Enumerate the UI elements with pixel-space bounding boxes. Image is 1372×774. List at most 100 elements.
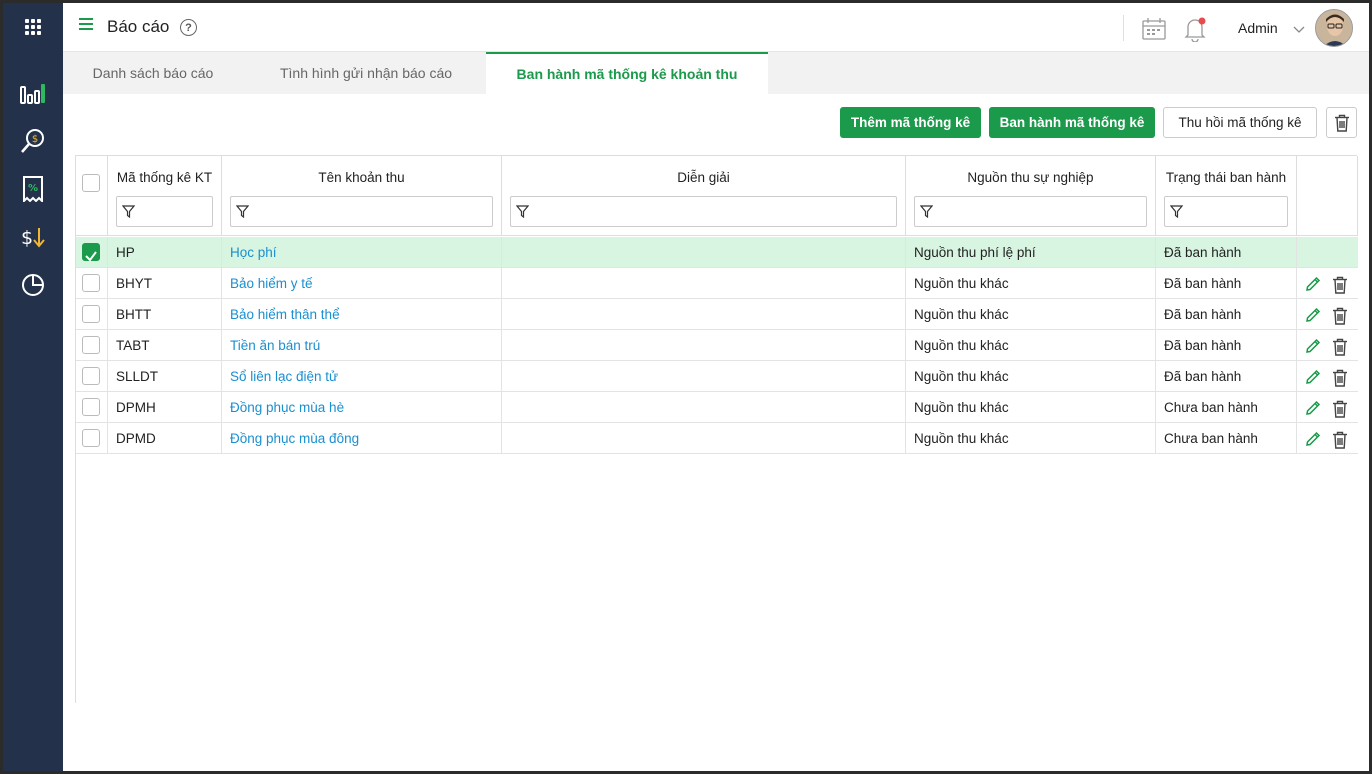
cell-name[interactable]: Bảo hiểm y tế xyxy=(222,268,502,299)
cell-name[interactable]: Học phí xyxy=(222,237,502,268)
row-checkbox[interactable] xyxy=(82,305,100,323)
col-status-label: Trạng thái ban hành xyxy=(1165,170,1287,185)
cell-desc xyxy=(502,423,906,454)
filter-icon xyxy=(920,205,933,218)
cell-checkbox xyxy=(76,361,108,392)
cell-source: Nguồn thu phí lệ phí xyxy=(906,237,1156,268)
cell-checkbox xyxy=(76,392,108,423)
cell-name[interactable]: Tiền ăn bán trú xyxy=(222,330,502,361)
cell-actions xyxy=(1297,237,1358,268)
codes-table: Mã thống kê KT Tên khoản thu Diễn giải N… xyxy=(75,155,1358,703)
tab-bar: Danh sách báo cáo Tình hình gửi nhận báo… xyxy=(63,52,1369,94)
filter-icon xyxy=(1170,205,1183,218)
edit-pencil-icon[interactable] xyxy=(1304,428,1322,454)
status-filter-input[interactable] xyxy=(1164,196,1288,227)
table-row[interactable]: DPMD Đồng phục mùa đông Nguồn thu khác Chưa… xyxy=(76,423,1358,454)
user-name[interactable]: Admin xyxy=(1238,20,1278,36)
cell-desc xyxy=(502,268,906,299)
svg-text:$: $ xyxy=(32,134,38,145)
col-desc-label: Diễn giải xyxy=(677,170,730,185)
col-status-header: Trạng thái ban hành xyxy=(1156,156,1297,236)
cell-name[interactable]: Đồng phục mùa đông xyxy=(222,423,502,454)
table-row[interactable]: SLLDT Sổ liên lạc điện tử Nguồn thu khác Đã… xyxy=(76,361,1358,392)
table-row[interactable]: BHYT Bảo hiểm y tế Nguồn thu khác Đã ban hà… xyxy=(76,268,1358,299)
apps-icon[interactable] xyxy=(3,7,63,47)
search-money-icon[interactable]: $ xyxy=(3,121,63,161)
page-title: Báo cáo xyxy=(107,17,170,36)
cell-actions xyxy=(1297,299,1358,330)
name-filter-input[interactable] xyxy=(230,196,493,227)
row-checkbox[interactable] xyxy=(82,398,100,416)
col-source-header: Nguồn thu sự nghiệp xyxy=(906,156,1156,236)
filter-icon xyxy=(236,205,249,218)
publish-code-button[interactable]: Ban hành mã thống kê xyxy=(989,107,1155,138)
cell-name[interactable]: Bảo hiểm thân thể xyxy=(222,299,502,330)
percent-receipt-icon[interactable]: % xyxy=(3,169,63,209)
avatar[interactable] xyxy=(1315,9,1353,47)
table-row[interactable]: BHTT Bảo hiểm thân thể Nguồn thu khác Đã ba… xyxy=(76,299,1358,330)
app-frame: $ % $ Báo cáo ? Admin Danh sách báo cáo … xyxy=(3,3,1369,771)
col-actions-header xyxy=(1297,156,1358,236)
delete-trash-icon[interactable] xyxy=(1332,429,1348,454)
edit-pencil-icon[interactable] xyxy=(1304,366,1322,392)
col-name-header: Tên khoản thu xyxy=(222,156,502,236)
help-icon[interactable]: ? xyxy=(180,19,197,36)
cell-actions xyxy=(1297,392,1358,423)
table-row[interactable]: TABT Tiền ăn bán trú Nguồn thu khác Đã ban … xyxy=(76,330,1358,361)
row-checkbox[interactable] xyxy=(82,367,100,385)
col-code-label: Mã thống kê KT xyxy=(116,170,213,185)
revoke-code-button[interactable]: Thu hồi mã thống kê xyxy=(1163,107,1317,138)
cell-source: Nguồn thu khác xyxy=(906,423,1156,454)
add-code-button[interactable]: Thêm mã thống kê xyxy=(840,107,981,138)
col-code-header: Mã thống kê KT xyxy=(108,156,222,236)
delete-trash-icon[interactable] xyxy=(1332,336,1348,361)
top-header: Báo cáo ? Admin xyxy=(63,3,1369,52)
row-checkbox[interactable] xyxy=(82,429,100,447)
desc-filter-input[interactable] xyxy=(510,196,897,227)
cell-code: TABT xyxy=(108,330,222,361)
header-divider xyxy=(1123,15,1124,41)
cell-checkbox xyxy=(76,268,108,299)
cell-code: DPMH xyxy=(108,392,222,423)
pie-chart-icon[interactable] xyxy=(3,265,63,305)
row-checkbox[interactable] xyxy=(82,274,100,292)
cell-status: Chưa ban hành xyxy=(1156,423,1297,454)
row-checkbox[interactable] xyxy=(82,336,100,354)
check-icon xyxy=(85,251,97,262)
bar-chart-icon[interactable] xyxy=(3,73,63,113)
cell-source: Nguồn thu khác xyxy=(906,330,1156,361)
calendar-icon[interactable] xyxy=(1142,18,1166,43)
edit-pencil-icon[interactable] xyxy=(1304,304,1322,330)
menu-icon[interactable] xyxy=(79,17,93,34)
svg-text:%: % xyxy=(28,183,38,194)
code-filter-input[interactable] xyxy=(116,196,213,227)
cell-name[interactable]: Sổ liên lạc điện tử xyxy=(222,361,502,392)
svg-text:$: $ xyxy=(21,227,33,249)
select-all-header xyxy=(76,156,108,236)
filter-icon xyxy=(516,205,529,218)
tab-report-status[interactable]: Tình hình gửi nhận báo cáo xyxy=(253,52,479,94)
tab-report-list[interactable]: Danh sách báo cáo xyxy=(63,52,243,94)
cell-actions xyxy=(1297,268,1358,299)
tab-issue-codes[interactable]: Ban hành mã thống kê khoản thu xyxy=(486,52,768,94)
cell-name[interactable]: Đồng phục mùa hè xyxy=(222,392,502,423)
edit-pencil-icon[interactable] xyxy=(1304,335,1322,361)
table-row[interactable]: DPMH Đồng phục mùa hè Nguồn thu khác Chưa b… xyxy=(76,392,1358,423)
edit-pencil-icon[interactable] xyxy=(1304,273,1322,299)
table-row[interactable]: HP Học phí Nguồn thu phí lệ phí Đã ban hành xyxy=(76,237,1358,268)
delete-trash-icon[interactable] xyxy=(1332,398,1348,423)
delete-trash-icon[interactable] xyxy=(1332,274,1348,299)
delete-trash-icon[interactable] xyxy=(1332,305,1348,330)
cell-code: HP xyxy=(108,237,222,268)
trash-icon xyxy=(1334,114,1349,132)
delete-button[interactable] xyxy=(1326,107,1357,138)
select-all-checkbox[interactable] xyxy=(82,174,100,192)
edit-pencil-icon[interactable] xyxy=(1304,397,1322,423)
delete-trash-icon[interactable] xyxy=(1332,367,1348,392)
dollar-down-icon[interactable]: $ xyxy=(3,217,63,257)
cell-status: Đã ban hành xyxy=(1156,299,1297,330)
row-checkbox[interactable] xyxy=(82,243,100,262)
notification-bell-icon[interactable] xyxy=(1183,16,1207,45)
source-filter-input[interactable] xyxy=(914,196,1147,227)
chevron-down-icon[interactable] xyxy=(1293,22,1305,37)
